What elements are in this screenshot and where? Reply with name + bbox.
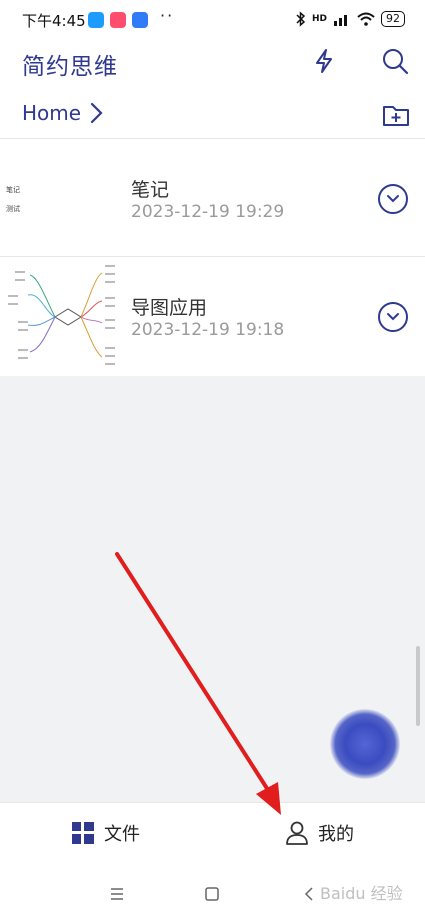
tab-me-label: 我的 (318, 824, 354, 845)
tab-files[interactable]: 文件 (72, 820, 140, 846)
chevron-down-icon (387, 195, 399, 203)
item-options-button[interactable] (378, 184, 408, 214)
scrollbar[interactable] (416, 646, 420, 726)
note-thumbnail: 笔记 测试 (0, 139, 125, 256)
file-name: 导图应用 (131, 297, 208, 319)
menu-icon[interactable] (110, 888, 124, 900)
lightning-icon[interactable] (310, 47, 338, 75)
network-type-label: HD (311, 14, 327, 24)
home-icon[interactable] (205, 887, 219, 901)
status-bar: 下午4:45 ·· HD 92 (0, 0, 425, 40)
new-folder-icon[interactable] (382, 101, 410, 129)
search-icon[interactable] (381, 47, 409, 75)
file-date: 2023-12-19 19:18 (131, 320, 285, 340)
signal-icon (334, 15, 347, 26)
bottom-navigation (0, 802, 425, 873)
item-options-button[interactable] (378, 302, 408, 332)
status-time: 下午4:45 (22, 12, 86, 30)
bluetooth-icon (296, 11, 306, 27)
chevron-down-icon (387, 313, 399, 321)
file-name: 笔记 (131, 179, 170, 201)
user-icon (286, 821, 308, 845)
list-item[interactable]: 导图应用 2023-12-19 19:18 (0, 257, 425, 374)
status-right: HD 92 (296, 9, 405, 29)
grid-icon (72, 822, 94, 844)
back-icon[interactable] (304, 887, 314, 901)
wifi-icon (357, 12, 375, 26)
breadcrumb-home[interactable]: Home (22, 101, 81, 125)
app-title: 简约思维 (22, 54, 118, 80)
list-item[interactable]: 笔记 测试 笔记 2023-12-19 19:29 (0, 139, 425, 256)
battery-indicator: 92 (381, 11, 405, 27)
chevron-right-icon (90, 102, 103, 124)
mindmap-thumbnail (8, 265, 115, 365)
chat-app-icon (88, 12, 104, 28)
file-date: 2023-12-19 19:29 (131, 202, 285, 222)
tab-files-label: 文件 (104, 824, 140, 845)
add-floating-button[interactable] (330, 709, 400, 779)
bluetooth-app-icon (132, 12, 148, 28)
system-navigation-bar: Baidu 经验 (0, 872, 425, 920)
watermark: Baidu 经验 (320, 884, 403, 903)
thumb-line: 笔记 (6, 186, 20, 194)
more-notifications-icon: ·· (160, 6, 175, 25)
shopping-app-icon (110, 12, 126, 28)
tab-me[interactable]: 我的 (286, 820, 354, 846)
breadcrumb[interactable]: Home (22, 101, 105, 125)
thumb-line: 测试 (6, 205, 20, 213)
